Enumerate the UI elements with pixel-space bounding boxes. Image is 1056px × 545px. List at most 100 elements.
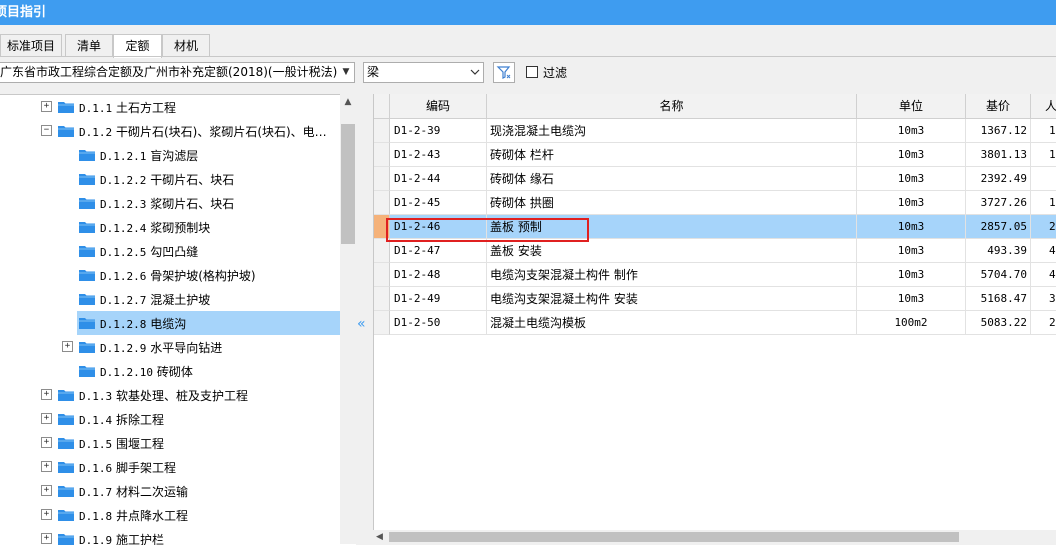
expand-icon[interactable]: + xyxy=(41,101,52,112)
cell-labor[interactable] xyxy=(1031,167,1056,191)
cell-labor[interactable]: 14 xyxy=(1031,191,1056,215)
cell-labor[interactable]: 4 xyxy=(1031,239,1056,263)
header-labor[interactable]: 人 xyxy=(1031,94,1056,119)
table-row[interactable]: D1-2-48电缆沟支架混凝土构件 制作10m35704.7045 xyxy=(374,263,1056,287)
cell-price[interactable]: 1367.12 xyxy=(966,119,1031,143)
tab-quota[interactable]: 定额 xyxy=(113,34,162,58)
cell-name[interactable]: 盖板 安装 xyxy=(487,239,857,263)
cell-labor[interactable]: 22 xyxy=(1031,215,1056,239)
row-header[interactable] xyxy=(374,143,390,167)
tree-item[interactable]: − D.1.2 干砌片石(块石)、浆砌片石(块石)、电… xyxy=(0,119,340,143)
tree-item[interactable]: D.1.2.4 浆砌预制块 xyxy=(0,215,340,239)
tab-materials[interactable]: 材机 xyxy=(162,34,210,57)
tree-item[interactable]: + D.1.8 井点降水工程 xyxy=(0,503,340,527)
tree-scroll-thumb[interactable] xyxy=(341,124,355,244)
cell-unit[interactable]: 10m3 xyxy=(857,215,966,239)
tree-item[interactable]: + D.1.2.9 水平导向钻进 xyxy=(0,335,340,359)
tree-item[interactable]: + D.1.5 围堰工程 xyxy=(0,431,340,455)
cell-labor[interactable]: 24 xyxy=(1031,311,1056,335)
tab-standard-items[interactable]: 标准项目 xyxy=(0,34,62,57)
expand-icon[interactable]: + xyxy=(41,485,52,496)
cell-code[interactable]: D1-2-49 xyxy=(390,287,487,311)
grid-horizontal-scrollbar[interactable]: ◀ xyxy=(373,530,1056,544)
cell-name[interactable]: 砖砌体 栏杆 xyxy=(487,143,857,167)
scroll-up-icon[interactable]: ▲ xyxy=(340,94,356,110)
cell-price[interactable]: 493.39 xyxy=(966,239,1031,263)
expand-icon[interactable]: + xyxy=(41,389,52,400)
expand-icon[interactable]: + xyxy=(62,341,73,352)
cell-name[interactable]: 电缆沟支架混凝土构件 制作 xyxy=(487,263,857,287)
cell-code[interactable]: D1-2-50 xyxy=(390,311,487,335)
tree-item[interactable]: + D.1.6 脚手架工程 xyxy=(0,455,340,479)
cell-price[interactable]: 2392.49 xyxy=(966,167,1031,191)
expand-icon[interactable]: + xyxy=(41,461,52,472)
cell-price[interactable]: 5083.22 xyxy=(966,311,1031,335)
table-row[interactable]: D1-2-47 盖板 安装 10m3 493.39 4 xyxy=(374,239,1056,263)
cell-price[interactable]: 5704.70 xyxy=(966,263,1031,287)
cell-unit[interactable]: 10m3 xyxy=(857,287,966,311)
tree-item[interactable]: D.1.2.2 干砌片石、块石 xyxy=(0,167,340,191)
cell-unit[interactable]: 10m3 xyxy=(857,119,966,143)
cell-unit[interactable]: 10m3 xyxy=(857,191,966,215)
row-header[interactable] xyxy=(374,311,390,335)
cell-name[interactable]: 砖砌体 拱圈 xyxy=(487,191,857,215)
cell-code[interactable]: D1-2-45 xyxy=(390,191,487,215)
cell-code[interactable]: D1-2-47 xyxy=(390,239,487,263)
cell-code[interactable]: D1-2-43 xyxy=(390,143,487,167)
cell-unit[interactable]: 10m3 xyxy=(857,239,966,263)
cell-name[interactable]: 电缆沟支架混凝土构件 安装 xyxy=(487,287,857,311)
row-header[interactable] xyxy=(374,167,390,191)
tree-item[interactable]: D.1.2.7 混凝土护坡 xyxy=(0,287,340,311)
cell-name[interactable]: 现浇混凝土电缆沟 xyxy=(487,119,857,143)
tree-item[interactable]: + D.1.9 施工护栏 xyxy=(0,527,340,545)
search-combo[interactable]: 梁 xyxy=(363,62,484,83)
grid-scroll-thumb[interactable] xyxy=(389,532,959,542)
header-code[interactable]: 编码 xyxy=(390,94,487,119)
expand-icon[interactable]: + xyxy=(41,509,52,520)
cell-unit[interactable]: 100m2 xyxy=(857,311,966,335)
header-unit[interactable]: 单位 xyxy=(857,94,966,119)
table-row[interactable]: D1-2-50混凝土电缆沟模板100m25083.2224 xyxy=(374,311,1056,335)
cell-price[interactable]: 5168.47 xyxy=(966,287,1031,311)
row-header[interactable] xyxy=(374,191,390,215)
cell-unit[interactable]: 10m3 xyxy=(857,143,966,167)
cell-labor[interactable]: 45 xyxy=(1031,263,1056,287)
expand-icon[interactable]: + xyxy=(41,533,52,544)
tree-item[interactable]: D.1.2.6 骨架护坡(格构护坡) xyxy=(0,263,340,287)
cell-name[interactable]: 混凝土电缆沟模板 xyxy=(487,311,857,335)
cell-price[interactable]: 3727.26 xyxy=(966,191,1031,215)
scroll-left-icon[interactable]: ◀ xyxy=(376,530,383,544)
table-row[interactable]: D1-2-44 砖砌体 缘石 10m3 2392.49 xyxy=(374,167,1056,191)
tree-item[interactable]: D.1.2.3 浆砌片石、块石 xyxy=(0,191,340,215)
table-row[interactable]: D1-2-43砖砌体 栏杆10m33801.1318 xyxy=(374,143,1056,167)
tree-item[interactable]: D.1.2.10 砖砌体 xyxy=(0,359,340,383)
filter-checkbox[interactable] xyxy=(526,66,538,78)
cell-unit[interactable]: 10m3 xyxy=(857,167,966,191)
tree-item[interactable]: + D.1.4 拆除工程 xyxy=(0,407,340,431)
cell-labor[interactable]: 3 xyxy=(1031,287,1056,311)
cell-unit[interactable]: 10m3 xyxy=(857,263,966,287)
row-header[interactable] xyxy=(374,119,390,143)
cell-labor[interactable]: 18 xyxy=(1031,143,1056,167)
tree-item[interactable]: + D.1.1 土石方工程 xyxy=(0,95,340,119)
chevron-down-icon[interactable] xyxy=(467,63,483,82)
expand-icon[interactable]: + xyxy=(41,413,52,424)
tree-item[interactable]: D.1.2.5 勾凹凸缝 xyxy=(0,239,340,263)
tree-scrollbar[interactable]: ▲ xyxy=(340,94,356,544)
expand-icon[interactable]: + xyxy=(41,437,52,448)
cell-name[interactable]: 砖砌体 缘石 xyxy=(487,167,857,191)
cell-code[interactable]: D1-2-44 xyxy=(390,167,487,191)
cell-labor[interactable]: 1 xyxy=(1031,119,1056,143)
cell-price[interactable]: 2857.05 xyxy=(966,215,1031,239)
tree-item[interactable]: + D.1.3 软基处理、桩及支护工程 xyxy=(0,383,340,407)
tree-item[interactable]: D.1.2.1 盲沟滤层 xyxy=(0,143,340,167)
row-header[interactable] xyxy=(374,263,390,287)
row-header[interactable] xyxy=(374,287,390,311)
table-row[interactable]: D1-2-49 电缆沟支架混凝土构件 安装 10m3 5168.47 3 xyxy=(374,287,1056,311)
cell-code[interactable]: D1-2-48 xyxy=(390,263,487,287)
header-name[interactable]: 名称 xyxy=(487,94,857,119)
filter-button[interactable] xyxy=(493,62,515,83)
dropdown-arrow-icon[interactable]: ▼ xyxy=(338,63,354,82)
quota-library-select[interactable]: 广东省市政工程综合定额及广州市补充定额(2018)(一般计税法) ▼ xyxy=(0,62,355,83)
table-row[interactable]: D1-2-39 现浇混凝土电缆沟 10m3 1367.12 1 xyxy=(374,119,1056,143)
